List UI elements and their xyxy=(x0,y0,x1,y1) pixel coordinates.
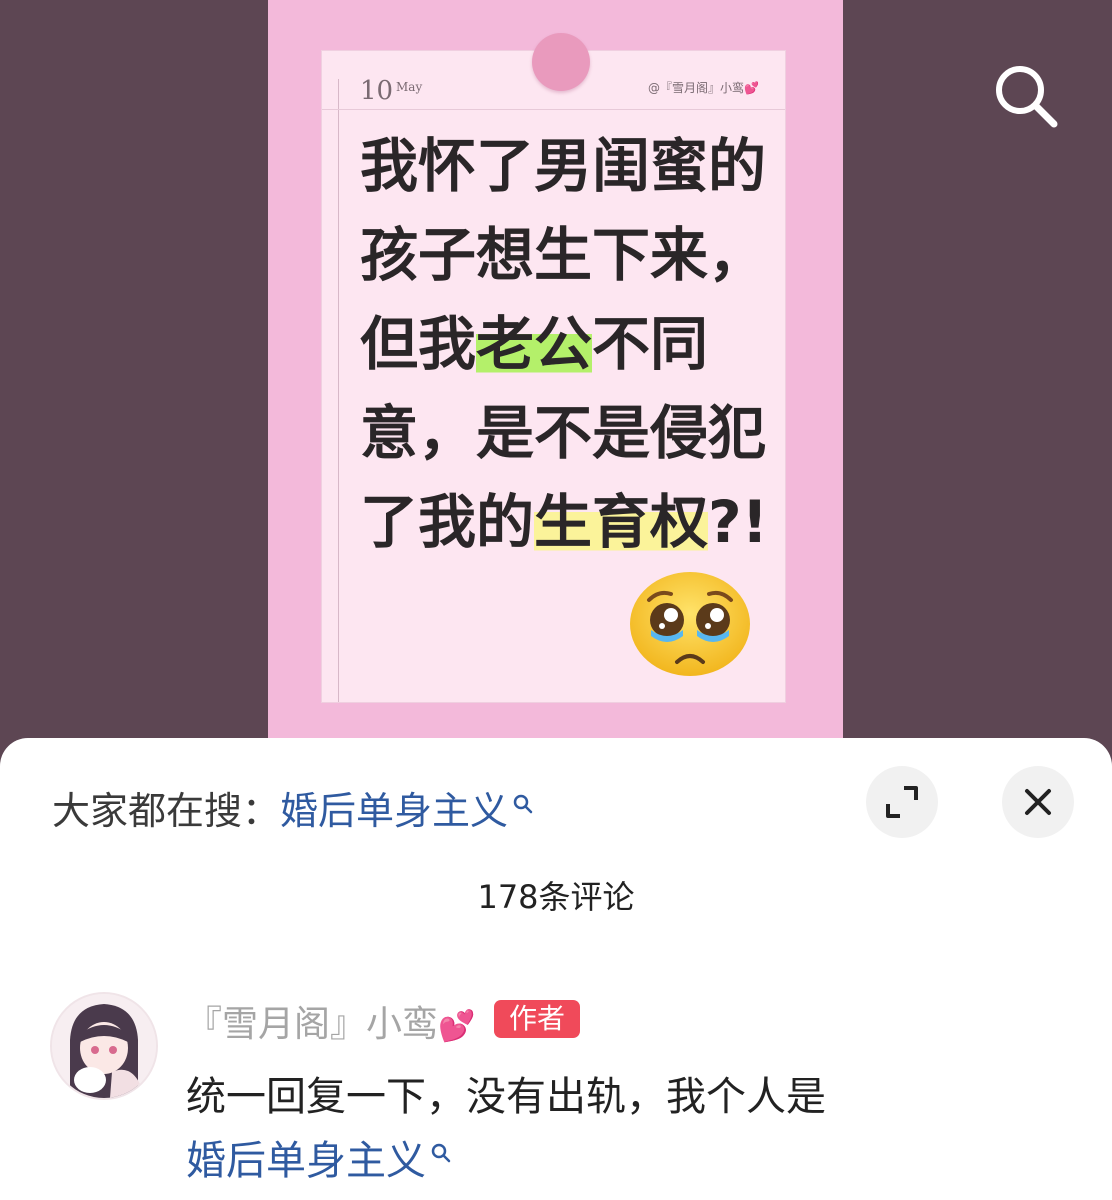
username-text: 『雪月阁』小鸾 xyxy=(186,1004,439,1045)
close-icon xyxy=(1025,789,1051,815)
pleading-face-icon xyxy=(627,570,753,678)
headline-line-3: 但我老公不同 xyxy=(360,310,709,378)
heart-emoji-icon: 💕 xyxy=(438,1009,476,1044)
highlight-reproductive-rights: 生育权 xyxy=(534,488,709,556)
author-handle: @『雪月阁』小鸾💕 xyxy=(648,81,759,95)
post-headline: 我怀了男闺蜜的 孩子想生下来， 但我老公不同 意，是不是侵犯 了我的生育权?! xyxy=(360,122,790,567)
headline-line-4: 意，是不是侵犯 xyxy=(360,399,767,467)
author-badge: 作者 xyxy=(494,1000,580,1038)
comment-link-text[interactable]: 婚后单身主义 xyxy=(186,1138,426,1184)
trending-term-link[interactable]: 婚后单身主义 xyxy=(280,789,508,833)
headline-line-5: 了我的生育权?! xyxy=(360,488,769,556)
comment-username[interactable]: 『雪月阁』小鸾💕 xyxy=(186,995,475,1047)
avatar[interactable] xyxy=(50,992,158,1100)
highlight-husband: 老公 xyxy=(476,310,593,378)
headline-line-2: 孩子想生下来， xyxy=(360,221,767,289)
comment-text: 统一回复一下，没有出轨，我个人是 xyxy=(186,1074,826,1120)
pin-icon xyxy=(532,33,590,91)
close-button[interactable] xyxy=(1002,766,1074,838)
trending-search: 大家都在搜：婚后单身主义 xyxy=(52,780,536,835)
date-month: May xyxy=(396,80,423,94)
comment-link-search-icon[interactable] xyxy=(430,1130,454,1176)
headline-line-1: 我怀了男闺蜜的 xyxy=(360,132,767,200)
trending-label: 大家都在搜： xyxy=(52,789,281,833)
trending-search-icon[interactable] xyxy=(512,782,536,826)
search-icon[interactable] xyxy=(990,60,1062,132)
comment-count: 178条评论 xyxy=(477,878,635,916)
expand-icon xyxy=(886,786,918,818)
expand-button[interactable] xyxy=(866,766,938,838)
date-day: 10 xyxy=(360,76,394,106)
comment-search-link[interactable]: 婚后单身主义 xyxy=(186,1128,454,1186)
